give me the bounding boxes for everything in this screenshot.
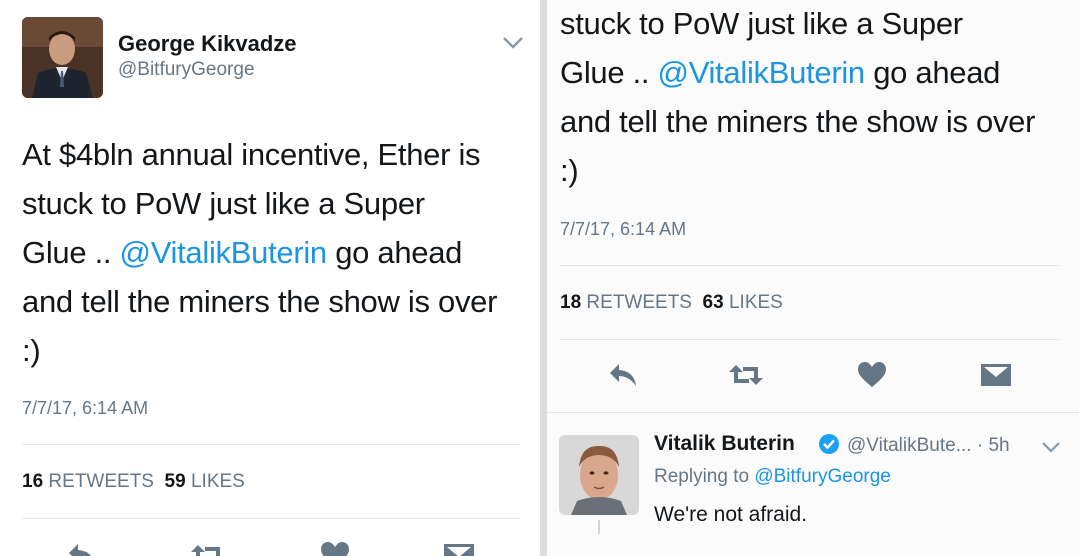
- reply-author-handle[interactable]: @VitalikBute... · 5h: [847, 435, 1010, 457]
- vitalik-avatar[interactable]: [559, 435, 639, 515]
- tweet-line: and tell the miners the show is over: [560, 104, 1036, 139]
- tweet-line: Glue .. @VitalikButerin go ahead: [560, 55, 1001, 90]
- retweet-button[interactable]: [188, 538, 228, 556]
- retweet-icon: [729, 365, 763, 385]
- verified-badge-icon: [818, 433, 840, 460]
- left-tweet-panel: George Kikvadze @BitfuryGeorge At $4bln …: [0, 0, 540, 556]
- chevron-down-icon[interactable]: [1041, 441, 1061, 459]
- author-name[interactable]: George Kikvadze: [118, 31, 297, 57]
- likes-label[interactable]: LIKES: [191, 471, 245, 492]
- george-avatar[interactable]: [22, 17, 103, 98]
- like-count[interactable]: 59: [165, 471, 186, 492]
- tweet-timestamp[interactable]: 7/7/17, 6:14 AM: [560, 219, 686, 240]
- message-button[interactable]: [976, 358, 1016, 392]
- engagement-stats: 18 RETWEETS 63 LIKES: [560, 292, 783, 314]
- reply-icon: [610, 364, 636, 386]
- replying-to: Replying to @BitfuryGeorge: [654, 466, 891, 487]
- tweet-line: :): [22, 333, 41, 368]
- tweet-line: Glue .. @VitalikButerin go ahead: [22, 235, 463, 270]
- tweet-text: stuck to PoW just like a Super Glue .. @…: [560, 0, 1035, 195]
- like-button[interactable]: [852, 358, 892, 392]
- replying-to-mention[interactable]: @BitfuryGeorge: [754, 466, 891, 487]
- reply-author-name[interactable]: Vitalik Buterin: [654, 432, 795, 456]
- chevron-down-icon[interactable]: [502, 36, 524, 55]
- tweet-timestamp[interactable]: 7/7/17, 6:14 AM: [22, 398, 148, 419]
- retweets-label[interactable]: RETWEETS: [586, 292, 692, 313]
- right-tweet-panel: stuck to PoW just like a Super Glue .. @…: [547, 0, 1079, 556]
- reply-button[interactable]: [603, 358, 643, 392]
- tweet-line: stuck to PoW just like a Super: [560, 6, 963, 41]
- tweet-line: and tell the miners the show is over: [22, 284, 498, 319]
- retweet-count[interactable]: 18: [560, 292, 581, 313]
- divider: [22, 444, 520, 445]
- tweet-line: stuck to PoW just like a Super: [22, 186, 425, 221]
- reply-time[interactable]: · 5h: [977, 435, 1010, 456]
- like-count[interactable]: 63: [703, 292, 724, 313]
- author-handle[interactable]: @BitfuryGeorge: [118, 59, 255, 81]
- reply-text: We're not afraid.: [654, 503, 808, 526]
- divider: [22, 518, 520, 519]
- divider: [560, 265, 1059, 266]
- tweet-text: At $4bln annual incentive, Ether is stuc…: [22, 130, 497, 375]
- mention-link[interactable]: @VitalikButerin: [658, 55, 866, 90]
- like-icon: [321, 542, 349, 556]
- likes-label[interactable]: LIKES: [729, 292, 783, 313]
- reply-button[interactable]: [62, 538, 102, 556]
- retweets-label[interactable]: RETWEETS: [48, 471, 154, 492]
- message-icon: [444, 544, 474, 556]
- mention-link[interactable]: @VitalikButerin: [120, 235, 328, 270]
- thread-line: [598, 520, 600, 534]
- engagement-stats: 16 RETWEETS 59 LIKES: [22, 471, 245, 493]
- divider: [560, 339, 1059, 340]
- tweet-line: At $4bln annual incentive, Ether is: [22, 137, 481, 172]
- tweet-line: :): [560, 153, 579, 188]
- reply-icon: [69, 544, 92, 556]
- message-icon: [981, 364, 1011, 386]
- message-button[interactable]: [439, 538, 479, 556]
- retweet-icon: [191, 545, 220, 556]
- like-button[interactable]: [315, 538, 355, 556]
- divider: [547, 412, 1079, 413]
- like-icon: [858, 362, 886, 387]
- retweet-count[interactable]: 16: [22, 471, 43, 492]
- retweet-button[interactable]: [726, 358, 766, 392]
